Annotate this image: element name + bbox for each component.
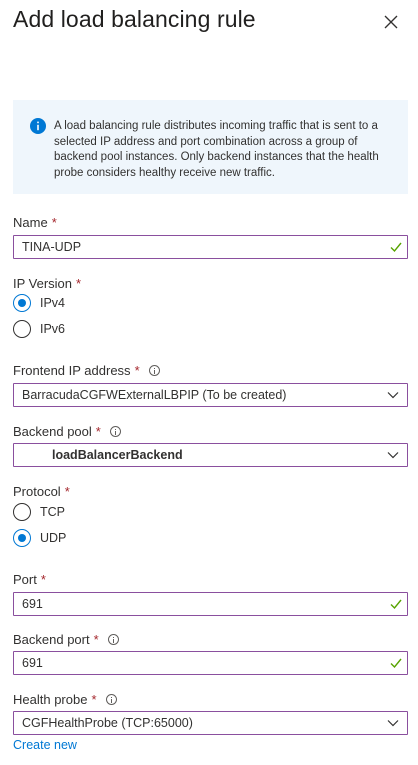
backend-port-input[interactable]: 691 [13, 651, 408, 675]
info-tooltip-icon[interactable] [109, 426, 121, 437]
port-input[interactable]: 691 [13, 592, 408, 616]
protocol-label: Protocol * [13, 484, 70, 499]
frontend-ip-label: Frontend IP address * [13, 363, 160, 378]
chevron-down-icon [387, 392, 399, 399]
name-input[interactable]: TINA-UDP [13, 235, 408, 259]
radio-selected-icon[interactable] [13, 294, 31, 312]
radio-udp[interactable]: UDP [13, 529, 66, 547]
backend-port-label: Backend port * [13, 632, 119, 647]
info-text: A load balancing rule distributes incomi… [54, 120, 379, 179]
checkmark-icon [390, 242, 402, 253]
ip-version-label: IP Version * [13, 276, 82, 291]
frontend-ip-value: BarracudaCGFWExternalLBPIP (To be create… [22, 388, 287, 402]
name-label: Name * [13, 215, 57, 230]
backend-pool-select[interactable]: loadBalancerBackend [13, 443, 408, 467]
info-icon [30, 118, 46, 134]
radio-selected-icon[interactable] [13, 529, 31, 547]
radio-ipv6[interactable]: IPv6 [13, 320, 65, 338]
backend-pool-value: loadBalancerBackend [52, 448, 183, 462]
required-marker: * [40, 572, 46, 587]
checkmark-icon [390, 658, 402, 669]
create-new-link[interactable]: Create new [13, 738, 77, 752]
backend-pool-label: Backend pool * [13, 424, 121, 439]
chevron-down-icon [387, 452, 399, 459]
health-probe-select[interactable]: CGFHealthProbe (TCP:65000) [13, 711, 408, 735]
radio-ipv4[interactable]: IPv4 [13, 294, 65, 312]
info-tooltip-icon[interactable] [148, 365, 160, 376]
radio-unselected-icon[interactable] [13, 503, 31, 521]
health-probe-value: CGFHealthProbe (TCP:65000) [22, 716, 193, 730]
required-marker: * [93, 632, 99, 647]
info-tooltip-icon[interactable] [105, 694, 117, 705]
checkmark-icon [390, 599, 402, 610]
chevron-down-icon [387, 720, 399, 727]
required-marker: * [91, 692, 97, 707]
required-marker: * [76, 276, 82, 291]
name-value: TINA-UDP [22, 240, 82, 254]
frontend-ip-select[interactable]: BarracudaCGFWExternalLBPIP (To be create… [13, 383, 408, 407]
port-label: Port * [13, 572, 46, 587]
info-banner: A load balancing rule distributes incomi… [13, 100, 408, 194]
required-marker: * [64, 484, 70, 499]
required-marker: * [134, 363, 140, 378]
info-tooltip-icon[interactable] [107, 634, 119, 645]
required-marker: * [95, 424, 101, 439]
panel-title: Add load balancing rule [13, 6, 256, 32]
close-icon[interactable] [382, 13, 400, 31]
radio-unselected-icon[interactable] [13, 320, 31, 338]
required-marker: * [51, 215, 57, 230]
radio-tcp[interactable]: TCP [13, 503, 65, 521]
health-probe-label: Health probe * [13, 692, 117, 707]
port-value: 691 [22, 597, 43, 611]
backend-port-value: 691 [22, 656, 43, 670]
